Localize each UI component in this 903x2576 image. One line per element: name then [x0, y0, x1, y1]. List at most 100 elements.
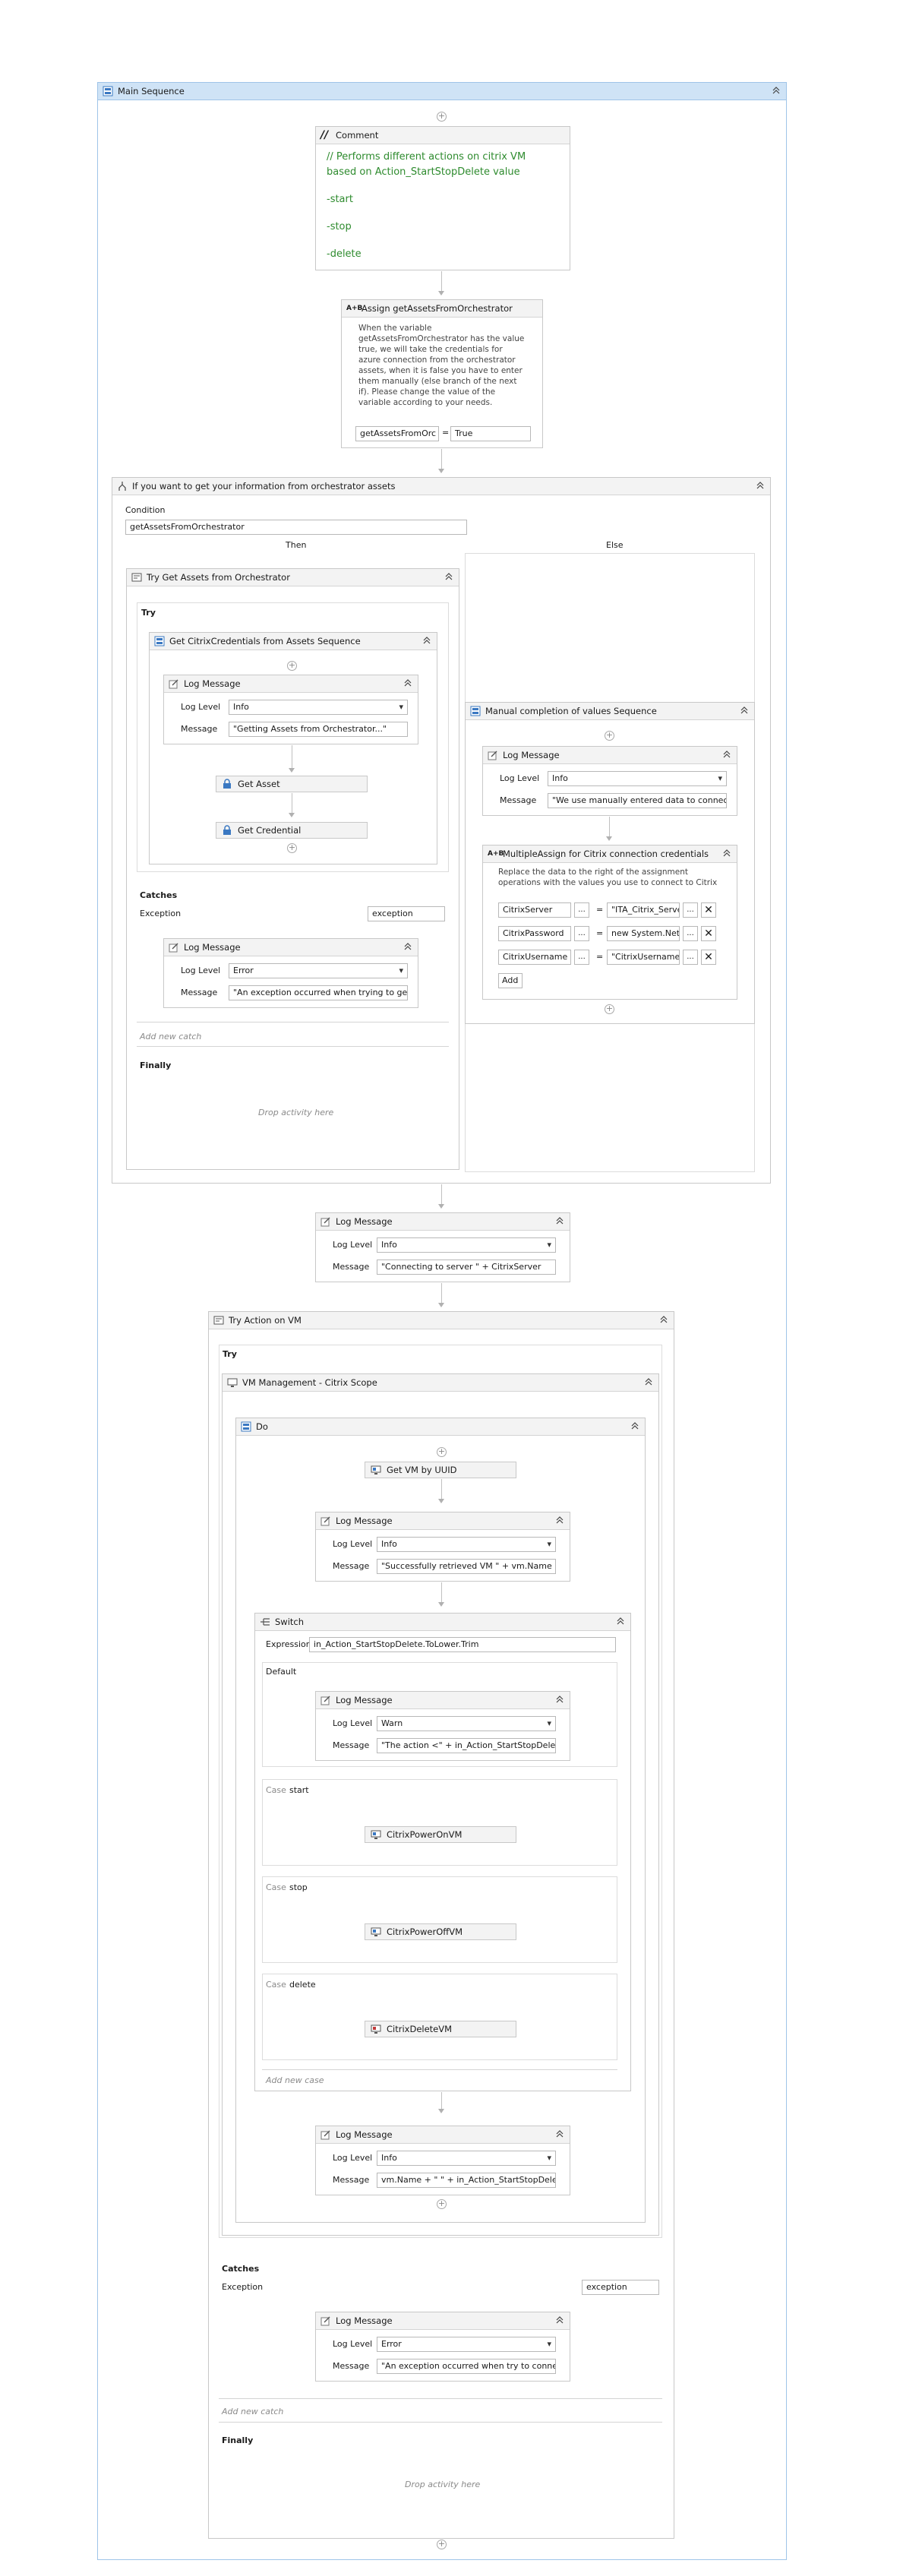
message-input[interactable]: "An exception occurred when trying to ge…: [229, 985, 408, 1000]
assign-row-value[interactable]: new System.Net: [607, 926, 680, 941]
assign-row-value[interactable]: "CitrixUsername: [607, 950, 680, 965]
main-sequence-header[interactable]: Main Sequence: [98, 83, 786, 100]
log-manual-data[interactable]: Log Message Log Level Info Message "We u…: [482, 746, 737, 816]
expression-input[interactable]: in_Action_StartStopDelete.ToLower.Trim: [309, 1637, 616, 1652]
log-warn-action[interactable]: Log Message Log Level Warn Message "The …: [315, 1691, 570, 1761]
log-level-select[interactable]: Error: [229, 963, 408, 978]
exception-type-field[interactable]: exception: [582, 2280, 659, 2295]
add-activity-plus-icon[interactable]: +: [605, 1004, 614, 1014]
delete-row-icon[interactable]: ✕: [701, 926, 716, 941]
log-action-result[interactable]: Log Message Log Level Info Message vm.Na…: [315, 2126, 570, 2195]
add-activity-plus-icon[interactable]: +: [437, 2540, 447, 2549]
get-asset-activity[interactable]: Get Asset: [216, 776, 368, 792]
log-catch-exception[interactable]: Log Message Log Level Error Message "An …: [163, 938, 418, 1008]
collapse-icon[interactable]: [444, 571, 454, 582]
multiple-assign-header[interactable]: A+B MultipleAssign for Citrix connection…: [483, 845, 737, 863]
message-input[interactable]: vm.Name + " " + in_Action_StartStopDelet: [377, 2173, 556, 2188]
collapse-icon[interactable]: [658, 1314, 669, 1325]
add-row-button[interactable]: Add: [498, 973, 523, 988]
log-header[interactable]: Log Message: [316, 1213, 570, 1231]
citrix-delete-vm-activity[interactable]: CitrixDeleteVM: [365, 2021, 516, 2037]
try-action-header[interactable]: Try Action on VM: [209, 1312, 674, 1329]
message-input[interactable]: "Successfully retrieved VM " + vm.Name +: [377, 1559, 556, 1574]
delete-row-icon[interactable]: ✕: [701, 950, 716, 965]
log-connecting[interactable]: Log Message Log Level Info Message "Conn…: [315, 1212, 570, 1282]
row-options-button[interactable]: ...: [683, 902, 698, 918]
get-credential-activity[interactable]: Get Credential: [216, 822, 368, 839]
citrix-scope-header[interactable]: VM Management - Citrix Scope: [223, 1374, 658, 1392]
log-header[interactable]: Log Message: [316, 1692, 570, 1709]
add-activity-plus-icon[interactable]: +: [287, 661, 297, 671]
collapse-icon[interactable]: [554, 1515, 565, 1525]
log-level-select[interactable]: Info: [377, 1537, 556, 1552]
add-new-catch-link[interactable]: Add new catch: [140, 1032, 201, 1041]
log-header[interactable]: Log Message: [316, 1512, 570, 1530]
row-options-button[interactable]: ...: [683, 950, 698, 965]
collapse-icon[interactable]: [554, 2129, 565, 2139]
do-sequence-header[interactable]: Do: [236, 1418, 645, 1436]
multiple-assign-activity[interactable]: A+B MultipleAssign for Citrix connection…: [482, 845, 737, 1000]
condition-input[interactable]: getAssetsFromOrchestrator: [125, 520, 467, 535]
collapse-icon[interactable]: [403, 678, 413, 688]
log-level-select[interactable]: Info: [229, 700, 408, 715]
assign-row-to[interactable]: CitrixUsername: [498, 950, 571, 965]
log-header[interactable]: Log Message: [164, 939, 418, 956]
assign-to-field[interactable]: getAssetsFromOrc: [355, 426, 439, 441]
log-header[interactable]: Log Message: [483, 747, 737, 764]
collapse-icon[interactable]: [771, 85, 781, 96]
add-activity-plus-icon[interactable]: +: [605, 731, 614, 741]
message-input[interactable]: "Connecting to server " + CitrixServer: [377, 1260, 556, 1275]
assign-activity[interactable]: A+B Assign getAssetsFromOrchestrator Whe…: [341, 299, 543, 448]
log-level-select[interactable]: Warn: [377, 1716, 556, 1731]
exception-type-field[interactable]: exception: [368, 906, 445, 921]
collapse-icon[interactable]: [422, 635, 432, 646]
add-activity-plus-icon[interactable]: +: [287, 843, 297, 853]
assign-row-value[interactable]: "ITA_Citrix_Serve: [607, 902, 680, 918]
collapse-icon[interactable]: [739, 705, 750, 716]
collapse-icon[interactable]: [615, 1616, 626, 1626]
try-get-assets-header[interactable]: Try Get Assets from Orchestrator: [127, 569, 459, 586]
row-options-button[interactable]: ...: [683, 926, 698, 941]
assign-header[interactable]: A+B Assign getAssetsFromOrchestrator: [342, 300, 542, 318]
add-new-case-link[interactable]: Add new case: [266, 2075, 324, 2085]
log-level-select[interactable]: Info: [548, 771, 727, 786]
assign-row-to[interactable]: CitrixPassword: [498, 926, 571, 941]
add-new-catch-link[interactable]: Add new catch: [222, 2407, 283, 2416]
assign-value-field[interactable]: True: [450, 426, 531, 441]
citrix-power-off-activity[interactable]: CitrixPowerOffVM: [365, 1923, 516, 1940]
comment-header[interactable]: // Comment: [316, 127, 570, 144]
message-input[interactable]: "The action <" + in_Action_StartStopDele…: [377, 1738, 556, 1753]
collapse-icon[interactable]: [721, 848, 732, 858]
row-options-button[interactable]: ...: [574, 902, 589, 918]
drop-activity-zone[interactable]: Drop activity here: [405, 2480, 480, 2489]
log-catch-vm-exception[interactable]: Log Message Log Level Error Message "An …: [315, 2312, 570, 2382]
collapse-icon[interactable]: [554, 1694, 565, 1705]
assign-row-to[interactable]: CitrixServer: [498, 902, 571, 918]
add-activity-plus-icon[interactable]: +: [437, 1447, 447, 1457]
message-input[interactable]: "Getting Assets from Orchestrator...": [229, 722, 408, 737]
get-credentials-sequence-header[interactable]: Get CitrixCredentials from Assets Sequen…: [150, 633, 437, 650]
delete-row-icon[interactable]: ✕: [701, 902, 716, 918]
log-header[interactable]: Log Message: [316, 2126, 570, 2144]
get-vm-by-uuid-activity[interactable]: Get VM by UUID: [365, 1462, 516, 1478]
switch-header[interactable]: Switch: [255, 1614, 630, 1631]
collapse-icon[interactable]: [755, 480, 766, 491]
switch-case-start[interactable]: [262, 1779, 617, 1866]
add-activity-plus-icon[interactable]: +: [437, 2199, 447, 2209]
switch-case-stop[interactable]: [262, 1876, 617, 1963]
if-header[interactable]: If you want to get your information from…: [112, 478, 770, 495]
message-input[interactable]: "An exception occurred when try to conne: [377, 2359, 556, 2374]
collapse-icon[interactable]: [630, 1421, 640, 1431]
log-getting-assets[interactable]: Log Message Log Level Info Message "Gett…: [163, 675, 418, 744]
log-retrieved-vm[interactable]: Log Message Log Level Info Message "Succ…: [315, 1512, 570, 1582]
collapse-icon[interactable]: [643, 1377, 654, 1387]
collapse-icon[interactable]: [554, 1215, 565, 1226]
drop-activity-zone[interactable]: Drop activity here: [258, 1108, 333, 1117]
log-header[interactable]: Log Message: [164, 675, 418, 693]
log-level-select[interactable]: Info: [377, 2151, 556, 2166]
log-header[interactable]: Log Message: [316, 2312, 570, 2330]
add-activity-plus-icon[interactable]: +: [437, 112, 447, 122]
row-options-button[interactable]: ...: [574, 926, 589, 941]
collapse-icon[interactable]: [721, 749, 732, 760]
row-options-button[interactable]: ...: [574, 950, 589, 965]
